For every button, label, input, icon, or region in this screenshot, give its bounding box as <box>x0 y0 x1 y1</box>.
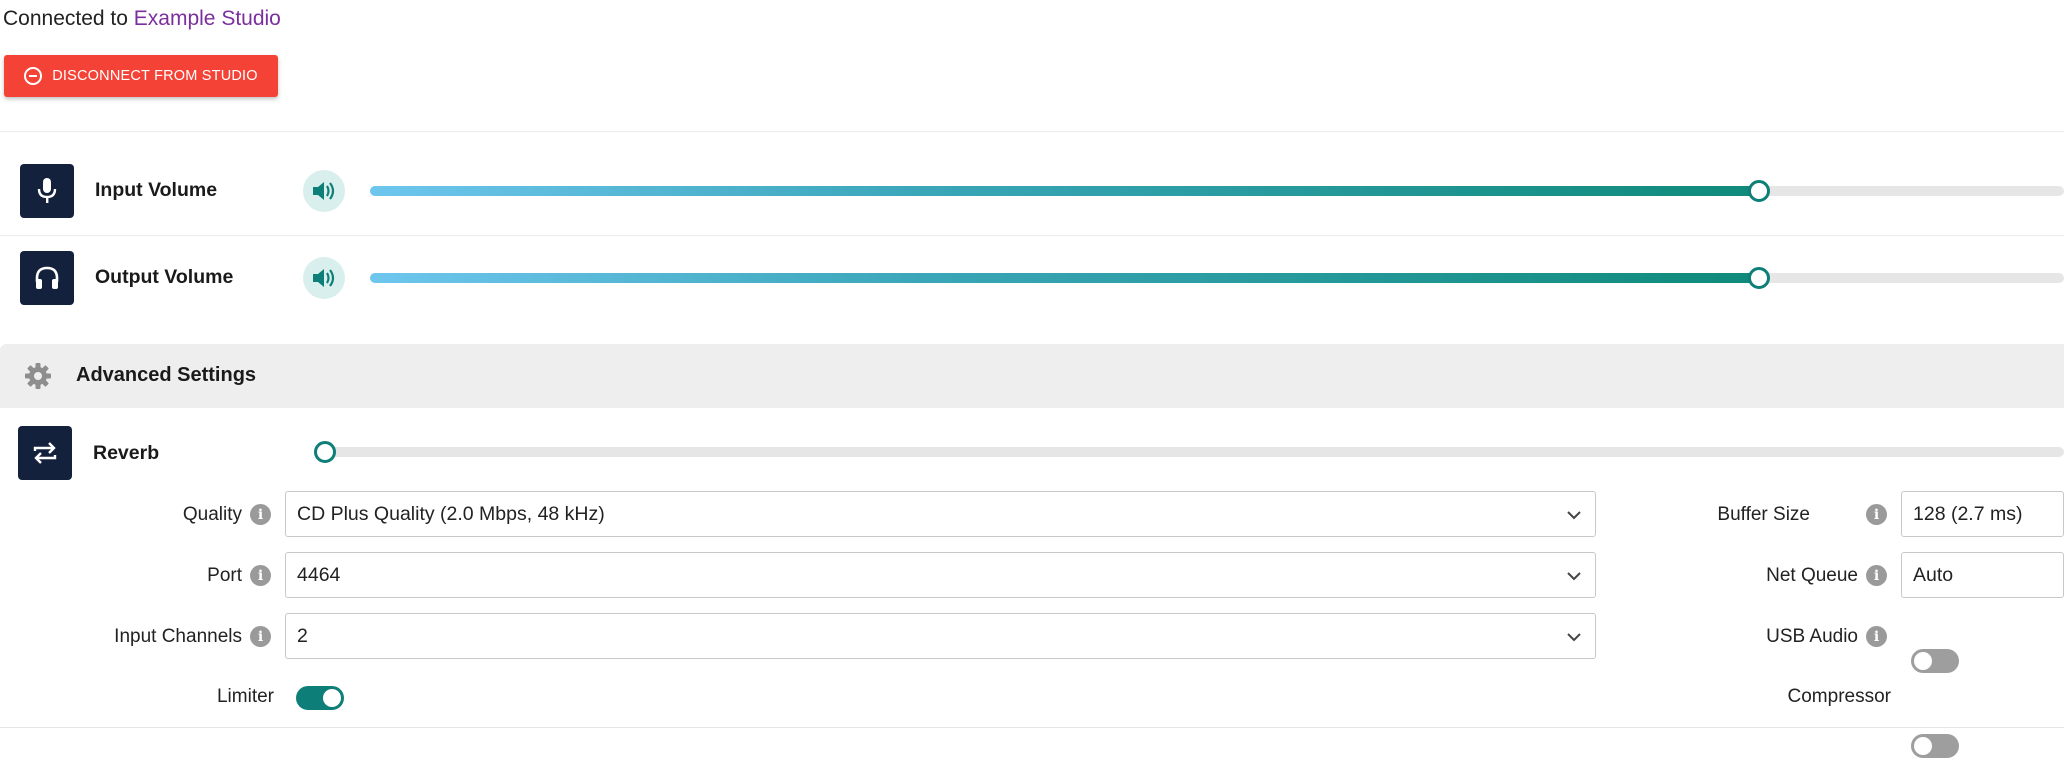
input-volume-slider[interactable] <box>370 180 2064 202</box>
buffer-size-select[interactable]: 128 (2.7 ms) <box>1901 491 2064 537</box>
buffer-size-label: Buffer Size <box>1717 504 1810 525</box>
port-select[interactable]: 4464 <box>285 552 1596 598</box>
disconnect-button[interactable]: DISCONNECT FROM STUDIO <box>4 55 278 97</box>
chevron-down-icon <box>1567 511 1581 520</box>
usb-audio-info-icon[interactable]: i <box>1866 626 1887 647</box>
disconnect-button-label: DISCONNECT FROM STUDIO <box>52 68 258 84</box>
microphone-icon <box>20 164 74 218</box>
compressor-toggle-knob <box>1914 737 1932 755</box>
input-mute-button[interactable] <box>303 170 345 212</box>
volume-icon <box>313 269 335 287</box>
limiter-toggle-knob <box>323 689 341 707</box>
repeat-icon <box>18 426 72 480</box>
divider <box>0 235 2064 236</box>
net-queue-info-icon[interactable]: i <box>1866 565 1887 586</box>
input-channels-info-icon[interactable]: i <box>250 626 271 647</box>
buffer-size-info-icon[interactable]: i <box>1866 504 1887 525</box>
quality-label: Quality <box>182 504 242 525</box>
studio-name-link[interactable]: Example Studio <box>134 7 281 30</box>
output-volume-label: Output Volume <box>95 266 234 288</box>
output-mute-button[interactable] <box>303 257 345 299</box>
input-volume-fill <box>370 186 1760 196</box>
quality-value: CD Plus Quality (2.0 Mbps, 48 kHz) <box>297 502 605 525</box>
net-queue-label: Net Queue <box>1766 565 1858 586</box>
volume-icon <box>313 182 335 200</box>
port-value: 4464 <box>297 563 341 586</box>
input-volume-thumb[interactable] <box>1748 180 1771 202</box>
usb-audio-toggle-knob <box>1914 652 1932 670</box>
input-volume-label: Input Volume <box>95 179 218 201</box>
output-volume-thumb[interactable] <box>1748 267 1771 289</box>
limiter-label: Limiter <box>216 686 274 707</box>
output-volume-slider[interactable] <box>370 267 2064 289</box>
connection-prefix: Connected to <box>3 7 128 30</box>
divider <box>0 131 2064 132</box>
reverb-label: Reverb <box>93 442 160 464</box>
chevron-down-icon <box>1567 572 1581 581</box>
reverb-thumb[interactable] <box>314 441 336 463</box>
port-label: Port <box>207 565 242 586</box>
gear-icon <box>23 361 53 396</box>
compressor-label: Compressor <box>1787 686 1891 707</box>
port-info-icon[interactable]: i <box>250 565 271 586</box>
input-channels-value: 2 <box>297 624 308 647</box>
net-queue-value: Auto <box>1913 563 1954 586</box>
buffer-size-value: 128 (2.7 ms) <box>1913 502 2023 525</box>
minus-circle-icon <box>24 67 43 85</box>
headphones-icon <box>20 251 74 305</box>
divider <box>0 727 2064 728</box>
input-channels-label: Input Channels <box>114 626 242 647</box>
usb-audio-label: USB Audio <box>1766 626 1858 647</box>
output-volume-fill <box>370 273 1760 283</box>
compressor-toggle[interactable] <box>1911 734 1959 758</box>
quality-select[interactable]: CD Plus Quality (2.0 Mbps, 48 kHz) <box>285 491 1596 537</box>
limiter-toggle[interactable] <box>296 686 344 710</box>
reverb-slider[interactable] <box>314 441 2064 463</box>
quality-info-icon[interactable]: i <box>250 504 271 525</box>
input-channels-select[interactable]: 2 <box>285 613 1596 659</box>
net-queue-select[interactable]: Auto <box>1901 552 2064 598</box>
connection-status: Connected to Example Studio <box>3 5 281 33</box>
chevron-down-icon <box>1567 633 1581 642</box>
advanced-settings-title: Advanced Settings <box>76 364 257 386</box>
usb-audio-toggle[interactable] <box>1911 649 1959 673</box>
advanced-settings-header[interactable] <box>0 344 2064 408</box>
